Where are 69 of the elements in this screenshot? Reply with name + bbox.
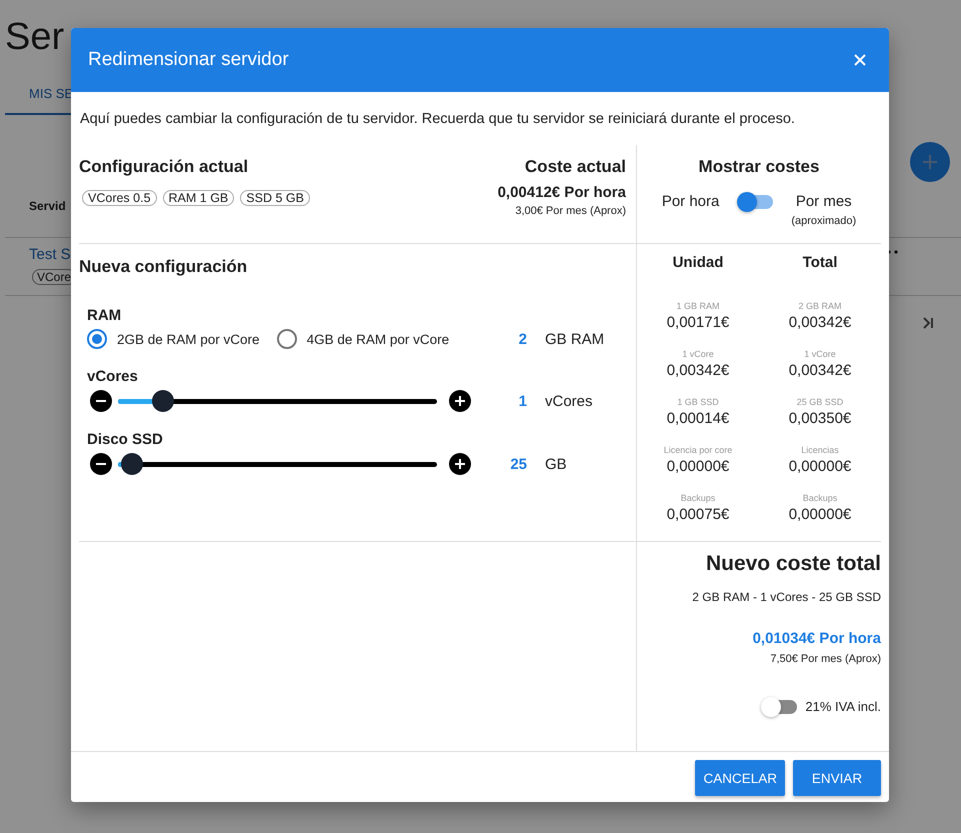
- hourly-cost: 0,00412€ Por hora: [498, 184, 626, 201]
- config-summary: 2 GB RAM - 1 vCores - 25 GB SSD: [692, 590, 881, 604]
- config-chip: RAM 1 GB: [162, 190, 234, 206]
- page-title: Ser: [5, 16, 64, 60]
- cost-amount: 0,00342€: [788, 314, 852, 331]
- radio-option[interactable]: 4GB de RAM por vCore: [276, 329, 450, 349]
- intro-text: Aquí puedes cambiar la configuración de tu servidor. Recuerda que tu servidor se reiniciará durante el proceso.: [79, 110, 796, 129]
- close-icon[interactable]: [854, 54, 866, 66]
- cost-caption: Backups: [680, 493, 716, 503]
- monthly-cost: 7,50€ Por mes (Aprox): [770, 653, 881, 665]
- toggle-label: Por mes: [796, 193, 852, 210]
- vat-switch[interactable]: [763, 700, 798, 714]
- cost-amount: 0,00014€: [666, 410, 730, 427]
- section-heading: Nueva configuración: [79, 256, 248, 277]
- cost-period-switch[interactable]: [739, 195, 774, 209]
- minus-icon[interactable]: [90, 453, 112, 475]
- config-chip: VCores 0.5: [82, 190, 157, 206]
- cost-caption: Licencia por core: [664, 445, 732, 455]
- unit-label: vCores: [545, 392, 593, 410]
- field-label: vCores: [86, 368, 139, 385]
- cost-caption: Licencias: [801, 445, 839, 455]
- section-heading: Mostrar costes: [698, 156, 820, 177]
- unit-label: GB: [545, 456, 567, 472]
- slider[interactable]: [118, 453, 437, 475]
- column-header: Total: [802, 254, 838, 271]
- cost-caption: 1 vCore: [804, 349, 836, 359]
- cost-amount: 0,00075€: [666, 506, 730, 523]
- column-header: Unidad: [672, 254, 724, 271]
- cost-amount: 0,00000€: [788, 458, 852, 475]
- submit-button[interactable]: ENVIAR: [793, 760, 881, 796]
- last-page-icon[interactable]: [922, 316, 934, 330]
- dialog-title: Redimensionar servidor: [88, 49, 289, 71]
- unit-label: GB RAM: [545, 330, 604, 348]
- cost-caption: Backups: [802, 493, 838, 503]
- cost-caption: 1 GB RAM: [676, 301, 720, 311]
- slider-value: 1: [518, 392, 527, 410]
- plus-icon[interactable]: [449, 390, 471, 412]
- slider-value: 25: [509, 456, 527, 472]
- add-button[interactable]: [910, 142, 950, 182]
- cost-amount: 0,00000€: [666, 458, 730, 475]
- cost-amount: 0,00350€: [788, 410, 852, 427]
- cost-amount: 0,00342€: [666, 362, 730, 379]
- toggle-note: (aproximado): [791, 215, 856, 227]
- section-heading: Configuración actual: [79, 157, 248, 177]
- section-heading: Coste actual: [524, 157, 626, 177]
- toggle-label: Por hora: [662, 193, 720, 210]
- cost-caption: 1 vCore: [682, 349, 714, 359]
- monthly-cost: 3,00€ Por mes (Aprox): [515, 205, 626, 217]
- radio-option[interactable]: 2GB de RAM por vCore: [87, 329, 260, 349]
- plus-icon: [922, 154, 938, 170]
- ram-value: 2: [518, 330, 527, 348]
- field-label: RAM: [86, 307, 122, 324]
- cancel-button[interactable]: CANCELAR: [695, 760, 785, 796]
- cost-caption: 25 GB SSD: [796, 397, 844, 407]
- cost-amount: 0,00342€: [788, 362, 852, 379]
- hourly-cost: 0,01034€ Por hora: [752, 630, 881, 647]
- cost-caption: 2 GB RAM: [798, 301, 842, 311]
- cost-caption: 1 GB SSD: [677, 397, 719, 407]
- column-header: Servid: [29, 199, 66, 213]
- vat-label: 21% IVA incl.: [805, 698, 881, 714]
- total-heading: Nuevo coste total: [706, 552, 881, 576]
- server-link[interactable]: Test S: [29, 246, 71, 263]
- cost-amount: 0,00000€: [788, 506, 852, 523]
- cost-amount: 0,00171€: [666, 314, 730, 331]
- plus-icon[interactable]: [449, 453, 471, 475]
- slider[interactable]: [118, 390, 437, 412]
- minus-icon[interactable]: [90, 390, 112, 412]
- config-chip: SSD 5 GB: [240, 190, 310, 206]
- field-label: Disco SSD: [86, 431, 164, 448]
